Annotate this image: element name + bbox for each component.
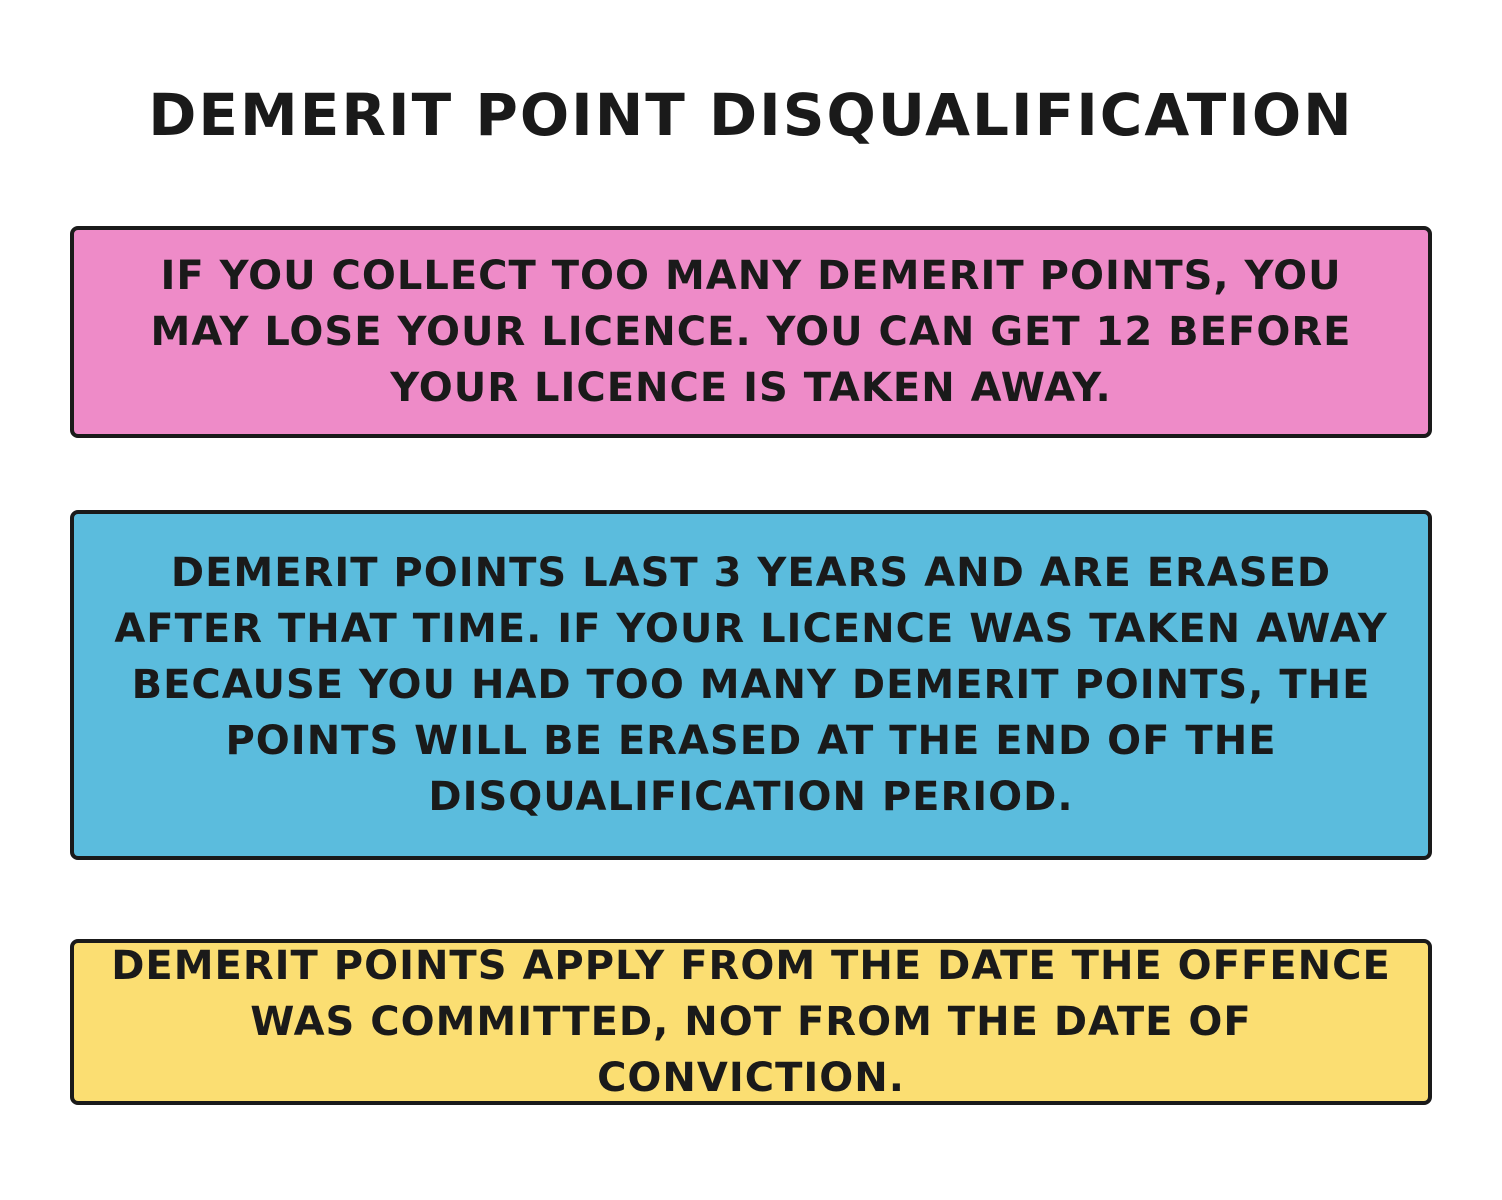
info-box-licence-loss: IF YOU COLLECT TOO MANY DEMERIT POINTS, … [70,226,1432,438]
info-box-points-duration: DEMERIT POINTS LAST 3 YEARS AND ARE ERAS… [70,510,1432,860]
info-box-text: DEMERIT POINTS LAST 3 YEARS AND ARE ERAS… [114,550,1388,820]
page-title: DEMERIT POINT DISQUALIFICATION [148,81,1354,149]
info-box-text: IF YOU COLLECT TOO MANY DEMERIT POINTS, … [150,253,1352,411]
info-box-offence-date: DEMERIT POINTS APPLY FROM THE DATE THE O… [70,939,1432,1105]
info-box-text: DEMERIT POINTS APPLY FROM THE DATE THE O… [111,943,1391,1101]
